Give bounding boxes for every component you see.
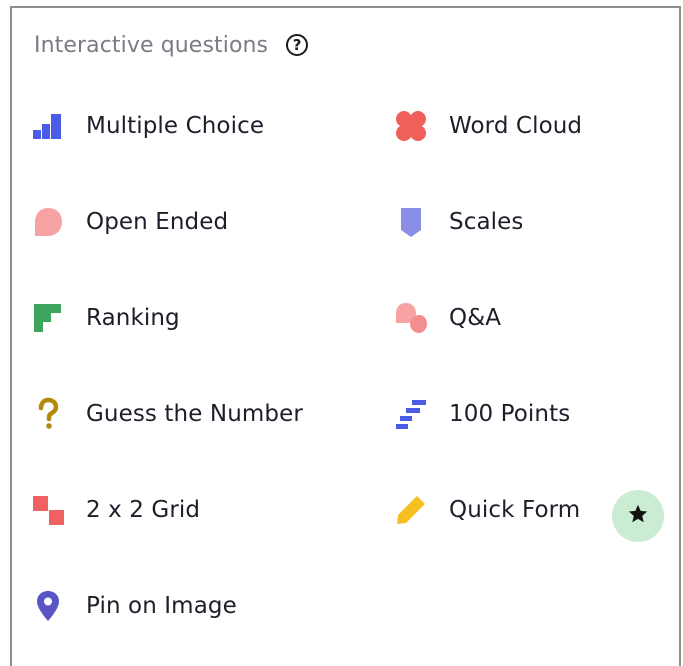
question-type-label: Quick Form — [449, 497, 581, 523]
word-cloud-icon — [393, 108, 429, 144]
question-type-guess-the-number[interactable]: Guess the Number — [30, 389, 303, 439]
question-type-label: Open Ended — [86, 209, 229, 235]
grid-squares-icon — [30, 492, 66, 528]
question-type-qa[interactable]: Q&A — [393, 293, 501, 343]
panel-title: Interactive questions — [34, 32, 269, 58]
premium-badge[interactable] — [612, 490, 664, 542]
question-type-100-points[interactable]: 100 Points — [393, 389, 570, 439]
pencil-icon — [393, 492, 429, 528]
question-type-ranking[interactable]: Ranking — [30, 293, 180, 343]
question-type-label: 100 Points — [449, 401, 571, 427]
bar-chart-icon — [30, 108, 66, 144]
question-type-word-cloud[interactable]: Word Cloud — [393, 101, 582, 151]
map-pin-icon — [30, 588, 66, 624]
panel-header: Interactive questions ? — [34, 30, 309, 60]
question-type-open-ended[interactable]: Open Ended — [30, 197, 228, 247]
question-type-label: Pin on Image — [86, 593, 237, 619]
question-mark-icon — [30, 396, 66, 432]
question-type-pin-on-image[interactable]: Pin on Image — [30, 581, 237, 631]
points-steps-icon — [393, 396, 429, 432]
question-circle-icon[interactable]: ? — [286, 34, 309, 56]
question-type-multiple-choice[interactable]: Multiple Choice — [30, 101, 264, 151]
question-type-2x2-grid[interactable]: 2 x 2 Grid — [30, 485, 200, 535]
question-type-label: 2 x 2 Grid — [86, 497, 201, 523]
question-type-label: Multiple Choice — [86, 113, 265, 139]
scales-icon — [393, 204, 429, 240]
qa-bubbles-icon — [393, 300, 429, 336]
question-type-label: Q&A — [449, 305, 502, 331]
question-type-scales[interactable]: Scales — [393, 197, 523, 247]
questions-panel: Interactive questions ? Multiple Choice … — [10, 6, 681, 666]
question-type-label: Ranking — [86, 305, 180, 331]
speech-bubble-icon — [30, 204, 66, 240]
question-type-label: Scales — [449, 209, 524, 235]
question-type-label: Guess the Number — [86, 401, 303, 427]
question-type-label: Word Cloud — [449, 113, 583, 139]
question-type-quick-form[interactable]: Quick Form — [393, 485, 580, 535]
ranking-icon — [30, 300, 66, 336]
star-icon — [627, 503, 649, 529]
